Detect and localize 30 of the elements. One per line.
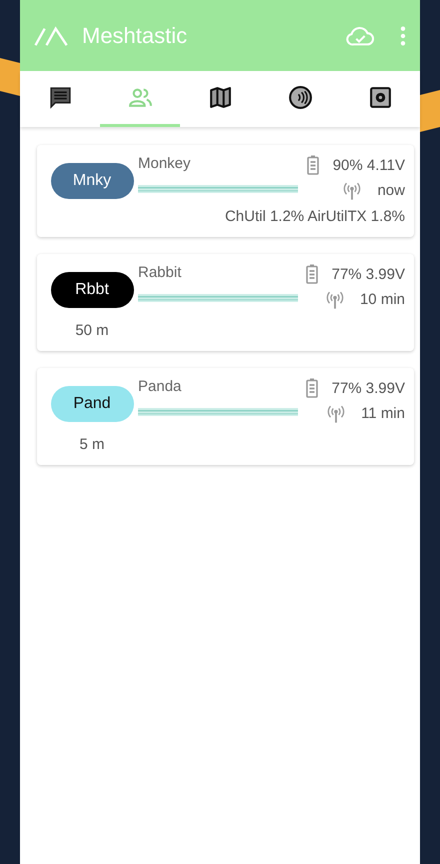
cloud-check-icon[interactable] — [346, 24, 374, 46]
map-icon — [208, 85, 232, 110]
distance: 50 m — [75, 322, 109, 339]
app-title: Meshtastic — [82, 22, 188, 48]
node-name: Rabbit — [138, 264, 182, 281]
last-heard: 10 min — [360, 291, 405, 308]
battery-level: 90% 4.11V — [332, 156, 405, 174]
signal-icon — [288, 85, 312, 110]
channel-utilization: ChUtil 1.2% AirUtilTX 1.8% — [224, 208, 405, 225]
battery-icon — [306, 378, 318, 398]
antenna-icon — [324, 290, 346, 309]
node-card[interactable]: Pand 5 m Panda 77% 3.99V 11 min — [37, 368, 414, 465]
last-heard: 11 min — [361, 405, 405, 422]
node-short-name: Mnky — [50, 163, 134, 199]
node-short-name: Rbbt — [50, 272, 134, 308]
message-icon — [48, 85, 72, 110]
settings-icon — [368, 85, 392, 110]
antenna-icon — [325, 404, 348, 423]
battery-icon — [306, 155, 319, 175]
battery-level: 77% 3.99V — [332, 266, 405, 282]
node-name: Panda — [138, 378, 182, 395]
node-card[interactable]: Rbbt 50 m Rabbit 77% 3.99V 10 min — [37, 254, 414, 351]
antenna-icon — [341, 181, 364, 200]
distance: 5 m — [79, 436, 104, 453]
node-card[interactable]: Mnky Monkey 90% 4.11V now ChUtil 1.2% AirUtilTX 1.8% — [37, 145, 414, 237]
node-name: Monkey — [138, 155, 192, 172]
battery-icon — [306, 264, 318, 284]
node-short-name: Pand — [50, 386, 134, 422]
battery-level: 77% 3.99V — [332, 380, 405, 396]
last-heard: now — [377, 182, 405, 199]
